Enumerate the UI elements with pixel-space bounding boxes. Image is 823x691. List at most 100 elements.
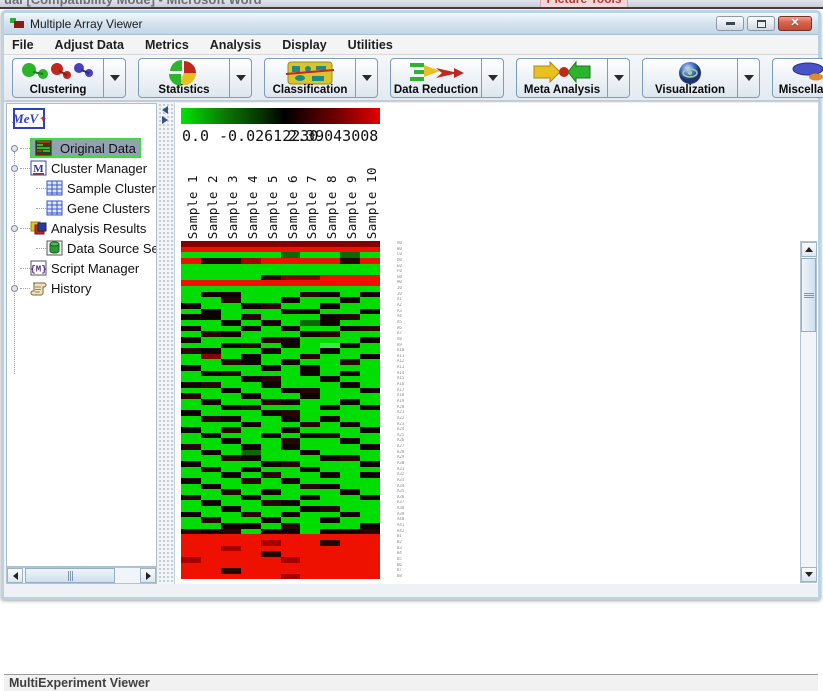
arrow-down-icon bbox=[805, 572, 813, 577]
menu-metrics[interactable]: Metrics bbox=[145, 38, 189, 52]
mev-logo: MeV✦ bbox=[13, 108, 45, 129]
scroll-left-button[interactable] bbox=[7, 568, 23, 583]
statistics-button[interactable]: Statistics bbox=[138, 58, 230, 98]
chevron-down-icon bbox=[236, 75, 246, 81]
arrow-up-icon bbox=[805, 247, 813, 252]
column-header: Sample 5 bbox=[265, 175, 280, 239]
expression-heatmap[interactable] bbox=[181, 241, 380, 579]
column-header: Sample 9 bbox=[344, 175, 359, 239]
heatmap-row[interactable] bbox=[181, 574, 380, 580]
visualization-label: Visualization bbox=[643, 84, 737, 96]
column-header: Sample 3 bbox=[225, 175, 240, 239]
tree-item-label: Cluster Manager bbox=[51, 161, 147, 176]
legend-max-value: 2.39043008 bbox=[288, 127, 378, 145]
tree-item-cluster-manager[interactable]: M Cluster Manager bbox=[7, 158, 156, 178]
arrow-left-icon bbox=[13, 572, 18, 580]
meta-analysis-button[interactable]: Meta Analysis bbox=[516, 58, 608, 98]
data-reduction-label: Data Reduction bbox=[391, 84, 481, 96]
maximize-icon bbox=[757, 20, 766, 28]
scrollbar-thumb[interactable] bbox=[801, 258, 816, 332]
tree-item-label: Script Manager bbox=[51, 261, 139, 276]
app-icon bbox=[10, 18, 24, 30]
split-pane-divider[interactable] bbox=[158, 103, 174, 584]
tree-horizontal-scrollbar[interactable] bbox=[6, 567, 157, 584]
clustering-button[interactable]: Clustering bbox=[12, 58, 104, 98]
menu-display[interactable]: Display bbox=[282, 38, 326, 52]
svg-text:{M}: {M} bbox=[30, 265, 46, 275]
tree-item-data-source-selection[interactable]: Data Source Se bbox=[7, 238, 156, 258]
tree-item-label: Analysis Results bbox=[51, 221, 146, 236]
column-header: Sample 4 bbox=[245, 175, 260, 239]
arrow-right-icon bbox=[146, 572, 151, 580]
tree-item-gene-clusters[interactable]: Gene Clusters bbox=[7, 198, 156, 218]
scroll-down-button[interactable] bbox=[801, 567, 817, 582]
analysis-results-icon bbox=[30, 220, 47, 236]
cluster-manager-icon: M bbox=[30, 160, 47, 176]
heatmap-viewer-panel: 0.0 -0.02612230 2.39043008 Sample 1Sampl… bbox=[174, 103, 818, 584]
column-header: Sample 6 bbox=[285, 175, 300, 239]
menu-bar: File Adjust Data Metrics Analysis Displa… bbox=[4, 35, 818, 55]
data-reduction-dropdown[interactable] bbox=[482, 58, 504, 98]
column-header: Sample 10 bbox=[364, 167, 379, 239]
sample-column-headers: Sample 1Sample 2Sample 3Sample 4Sample 5… bbox=[181, 149, 380, 239]
picture-tools-tab[interactable]: Picture Tools bbox=[540, 0, 628, 8]
clustering-dropdown[interactable] bbox=[104, 58, 126, 98]
tree-item-label: Gene Clusters bbox=[67, 201, 150, 216]
chevron-down-icon bbox=[614, 75, 624, 81]
expand-handle[interactable] bbox=[11, 225, 18, 232]
scroll-right-button[interactable] bbox=[140, 568, 156, 583]
collapse-right-icon[interactable] bbox=[162, 116, 168, 124]
menu-utilities[interactable]: Utilities bbox=[348, 38, 393, 52]
expand-handle[interactable] bbox=[11, 165, 18, 172]
tree-item-label: Data Source Se bbox=[67, 241, 157, 256]
content-area: MeV✦ Original Data M Cluster Manager bbox=[4, 103, 818, 584]
table-grid-icon bbox=[46, 200, 63, 216]
tree-item-label: History bbox=[51, 281, 91, 296]
tree-item-analysis-results[interactable]: Analysis Results bbox=[7, 218, 156, 238]
title-bar[interactable]: Multiple Array Viewer ✕ bbox=[4, 13, 818, 35]
vertical-scrollbar[interactable] bbox=[800, 241, 817, 583]
chevron-down-icon bbox=[488, 75, 498, 81]
minimize-button[interactable] bbox=[716, 16, 744, 31]
statistics-dropdown[interactable] bbox=[230, 58, 252, 98]
tree-item-script-manager[interactable]: {M} Script Manager bbox=[7, 258, 156, 278]
legend-min-value: 0.0 bbox=[182, 127, 209, 145]
visualization-button[interactable]: Visualization bbox=[642, 58, 738, 98]
miscellaneous-button[interactable]: Miscellaneous bbox=[772, 58, 823, 98]
classification-button[interactable]: Classification bbox=[264, 58, 356, 98]
data-source-icon bbox=[46, 240, 63, 256]
chevron-down-icon bbox=[744, 75, 754, 81]
meta-analysis-label: Meta Analysis bbox=[517, 84, 607, 96]
menu-analysis[interactable]: Analysis bbox=[210, 38, 261, 52]
close-icon: ✕ bbox=[790, 18, 799, 29]
classification-dropdown[interactable] bbox=[356, 58, 378, 98]
tree-item-label: Sample Clusters bbox=[67, 181, 157, 196]
expand-handle[interactable] bbox=[11, 145, 18, 152]
gene-row-labels: A0B0C0D0E0F0G0H0I0J0A1A2A3A4A5A6A7A8A9A1… bbox=[397, 241, 417, 579]
menu-file[interactable]: File bbox=[12, 38, 34, 52]
maximize-button[interactable] bbox=[747, 16, 775, 31]
scroll-up-button[interactable] bbox=[801, 242, 817, 257]
row-label: B8 bbox=[397, 574, 417, 580]
collapse-left-icon[interactable] bbox=[162, 106, 168, 114]
tree-item-label: Original Data bbox=[60, 141, 136, 156]
menu-adjust-data[interactable]: Adjust Data bbox=[55, 38, 124, 52]
status-bar: MultiExperiment Viewer bbox=[4, 674, 818, 691]
miscellaneous-label: Miscellaneous bbox=[773, 84, 823, 96]
legend-values: 0.0 -0.02612230 2.39043008 bbox=[175, 127, 595, 145]
color-gradient-legend bbox=[181, 108, 380, 124]
classification-label: Classification bbox=[265, 84, 355, 96]
data-reduction-button[interactable]: Data Reduction bbox=[390, 58, 482, 98]
visualization-dropdown[interactable] bbox=[738, 58, 760, 98]
tree-item-sample-clusters[interactable]: Sample Clusters bbox=[7, 178, 156, 198]
table-grid-icon bbox=[46, 180, 63, 196]
tree-item-original-data[interactable]: Original Data bbox=[7, 138, 156, 158]
scrollbar-thumb[interactable] bbox=[25, 568, 115, 583]
tree-item-history[interactable]: History bbox=[7, 278, 156, 298]
meta-analysis-dropdown[interactable] bbox=[608, 58, 630, 98]
expand-handle[interactable] bbox=[11, 285, 18, 292]
close-button[interactable]: ✕ bbox=[778, 16, 812, 31]
status-text: MultiExperiment Viewer bbox=[9, 676, 150, 690]
word-title-fragment: ual [Compatibility Mode] - Microsoft Wor… bbox=[4, 0, 262, 7]
statistics-label: Statistics bbox=[139, 84, 229, 96]
